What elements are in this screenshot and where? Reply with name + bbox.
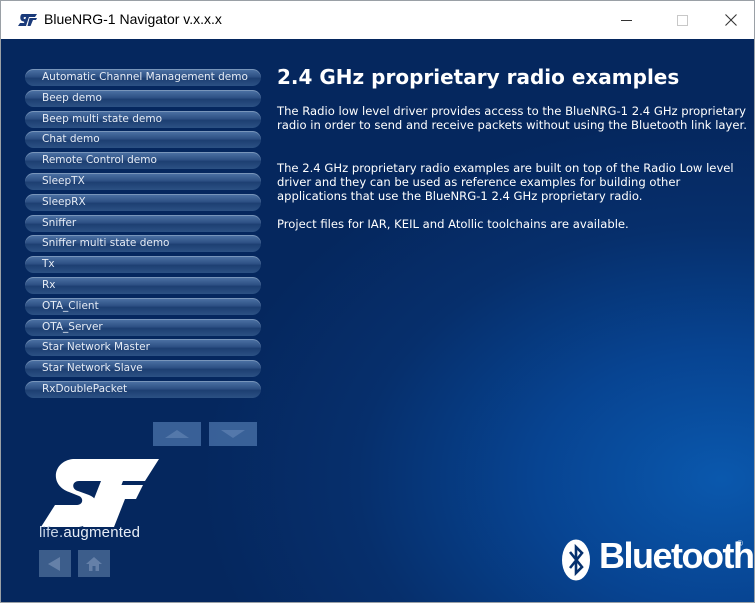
menu-item-rxdoublepacket[interactable]: RxDoublePacket [25, 380, 261, 398]
scroll-up-button[interactable] [153, 422, 201, 446]
description-paragraph-3: Project files for IAR, KEIL and Atollic … [277, 217, 629, 231]
window-title: BlueNRG-1 Navigator v.x.x.x [44, 11, 222, 27]
menu-item-star-network-master[interactable]: Star Network Master [25, 339, 261, 357]
menu-item-remote-control[interactable]: Remote Control demo [25, 152, 261, 170]
bluetooth-logo: Bluetooth ® [561, 535, 754, 583]
bluetooth-registered-mark: ® [737, 539, 743, 548]
menu-item-star-network-slave[interactable]: Star Network Slave [25, 360, 261, 378]
st-logo-icon [18, 14, 37, 26]
home-button[interactable] [78, 550, 110, 577]
menu-item-chat[interactable]: Chat demo [25, 131, 261, 149]
arrow-left-icon [48, 556, 60, 571]
description-paragraph-1: The Radio low level driver provides acce… [277, 104, 747, 132]
menu-item-sniffer-multi-state[interactable]: Sniffer multi state demo [25, 235, 261, 253]
back-button[interactable] [39, 550, 71, 577]
demo-menu: Automatic Channel Management demo Beep d… [25, 69, 261, 402]
menu-item-tx[interactable]: Tx [25, 256, 261, 274]
menu-item-beep[interactable]: Beep demo [25, 89, 261, 107]
tagline-augmented: augmented [63, 524, 141, 541]
menu-item-automatic-channel-management[interactable]: Automatic Channel Management demo [25, 69, 261, 86]
st-logo [41, 459, 159, 527]
close-icon [725, 14, 737, 26]
app-window: BlueNRG-1 Navigator v.x.x.x Automatic Ch… [0, 0, 755, 603]
menu-item-rx[interactable]: Rx [25, 276, 261, 294]
bluetooth-wordmark: Bluetooth [599, 535, 754, 576]
maximize-icon [676, 14, 688, 26]
home-icon [86, 556, 102, 571]
menu-item-sleeprx[interactable]: SleepRX [25, 193, 261, 211]
menu-item-ota-server[interactable]: OTA_Server [25, 318, 261, 336]
arrow-up-icon [165, 430, 189, 438]
menu-item-sniffer[interactable]: Sniffer [25, 214, 261, 232]
menu-item-ota-client[interactable]: OTA_Client [25, 297, 261, 315]
minimize-button[interactable] [603, 1, 649, 39]
bluetooth-icon [562, 539, 590, 581]
arrow-down-icon [221, 430, 245, 438]
maximize-button[interactable] [659, 1, 705, 39]
menu-item-beep-multi-state[interactable]: Beep multi state demo [25, 110, 261, 128]
title-bar[interactable]: BlueNRG-1 Navigator v.x.x.x [1, 1, 754, 39]
minimize-icon [620, 19, 632, 21]
close-button[interactable] [708, 1, 754, 39]
navigator-panel: Automatic Channel Management demo Beep d… [1, 39, 754, 602]
description-paragraph-2: The 2.4 GHz proprietary radio examples a… [277, 161, 734, 203]
page-title: 2.4 GHz proprietary radio examples [277, 65, 680, 89]
scroll-down-button[interactable] [209, 422, 257, 446]
menu-item-sleeptx[interactable]: SleepTX [25, 172, 261, 190]
st-tagline: life.augmented [39, 524, 140, 541]
tagline-life: life. [39, 524, 64, 541]
